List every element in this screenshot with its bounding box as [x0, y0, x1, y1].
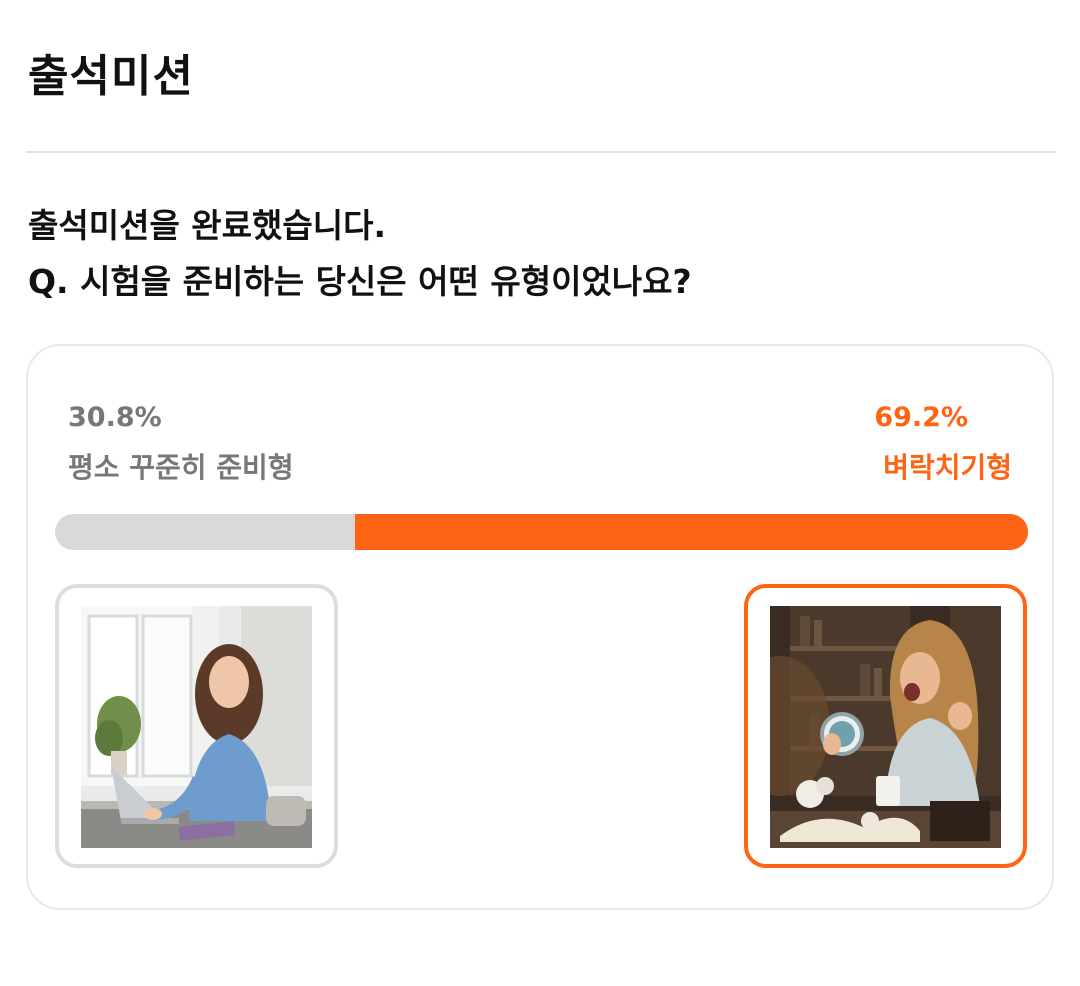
attendance-mission-page: 출석미션 출석미션을 완료했습니다. Q. 시험을 준비하는 당신은 어떤 유형…	[0, 0, 1080, 986]
header-divider	[26, 151, 1056, 153]
left-option-image-card[interactable]	[55, 584, 338, 868]
steady-studier-photo	[81, 606, 312, 848]
right-option-image-card[interactable]	[744, 584, 1027, 868]
left-option-percent: 30.8%	[68, 402, 162, 433]
left-option-label: 평소 꾸준히 준비형	[68, 451, 294, 484]
cramming-studier-photo	[770, 606, 1001, 848]
page-title: 출석미션	[28, 51, 194, 102]
question-line: Q. 시험을 준비하는 당신은 어떤 유형이었나요?	[28, 262, 692, 301]
right-option-bar-fill	[354, 514, 1028, 550]
poll-result-bar	[55, 514, 1028, 550]
right-option-percent: 69.2%	[874, 402, 968, 433]
right-option-label: 벼락치기형	[883, 451, 1012, 484]
completion-message: 출석미션을 완료했습니다.	[28, 206, 386, 245]
question-text: 출석미션을 완료했습니다. Q. 시험을 준비하는 당신은 어떤 유형이었나요?	[28, 198, 692, 310]
